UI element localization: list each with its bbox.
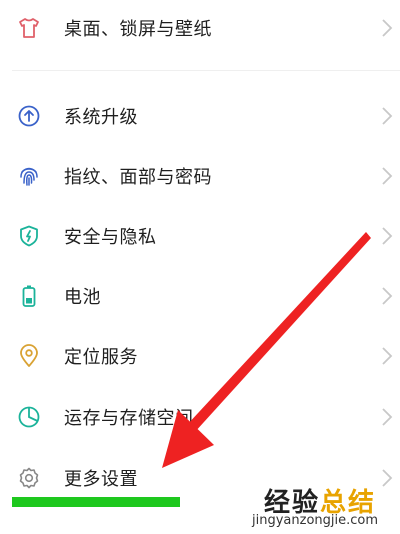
upgrade-arrow-icon xyxy=(16,103,42,129)
settings-item-wallpaper[interactable]: 桌面、锁屏与壁纸 xyxy=(0,0,400,56)
watermark-url: jingyanzongjie.com xyxy=(252,513,379,528)
settings-item-system-update[interactable]: 系统升级 xyxy=(0,88,400,144)
gear-icon xyxy=(16,465,42,491)
settings-item-security-privacy[interactable]: 安全与隐私 xyxy=(0,208,400,264)
settings-item-ram-storage[interactable]: 运存与存储空间 xyxy=(0,389,400,445)
chevron-right-icon xyxy=(382,347,393,365)
settings-item-battery[interactable]: 电池 xyxy=(0,268,400,324)
location-pin-icon xyxy=(16,343,42,369)
chevron-right-icon xyxy=(382,107,393,125)
chevron-right-icon xyxy=(382,408,393,426)
chevron-right-icon xyxy=(382,287,393,305)
settings-item-label: 安全与隐私 xyxy=(64,227,157,248)
pie-chart-icon xyxy=(16,404,42,430)
highlight-underline xyxy=(12,497,180,507)
tshirt-icon xyxy=(16,15,42,41)
settings-item-label: 桌面、锁屏与壁纸 xyxy=(64,19,212,40)
chevron-right-icon xyxy=(382,227,393,245)
settings-item-label: 更多设置 xyxy=(64,469,138,490)
chevron-right-icon xyxy=(382,19,393,37)
chevron-right-icon xyxy=(382,167,393,185)
settings-item-fingerprint-face-password[interactable]: 指纹、面部与密码 xyxy=(0,148,400,204)
settings-item-label: 运存与存储空间 xyxy=(64,408,194,429)
settings-item-label: 系统升级 xyxy=(64,107,138,128)
settings-item-label: 电池 xyxy=(64,287,101,308)
battery-icon xyxy=(16,283,42,309)
settings-screen: 桌面、锁屏与壁纸 系统升级 指纹、面部与密码 安全与隐私 电池 定位服务 运存与… xyxy=(0,0,400,534)
watermark: 经验总结 jingyanzongjie.com xyxy=(250,476,400,532)
settings-item-label: 定位服务 xyxy=(64,347,138,368)
settings-item-location-services[interactable]: 定位服务 xyxy=(0,328,400,384)
settings-item-label: 指纹、面部与密码 xyxy=(64,167,212,188)
fingerprint-icon xyxy=(16,163,42,189)
section-divider xyxy=(12,70,400,71)
shield-icon xyxy=(16,223,42,249)
